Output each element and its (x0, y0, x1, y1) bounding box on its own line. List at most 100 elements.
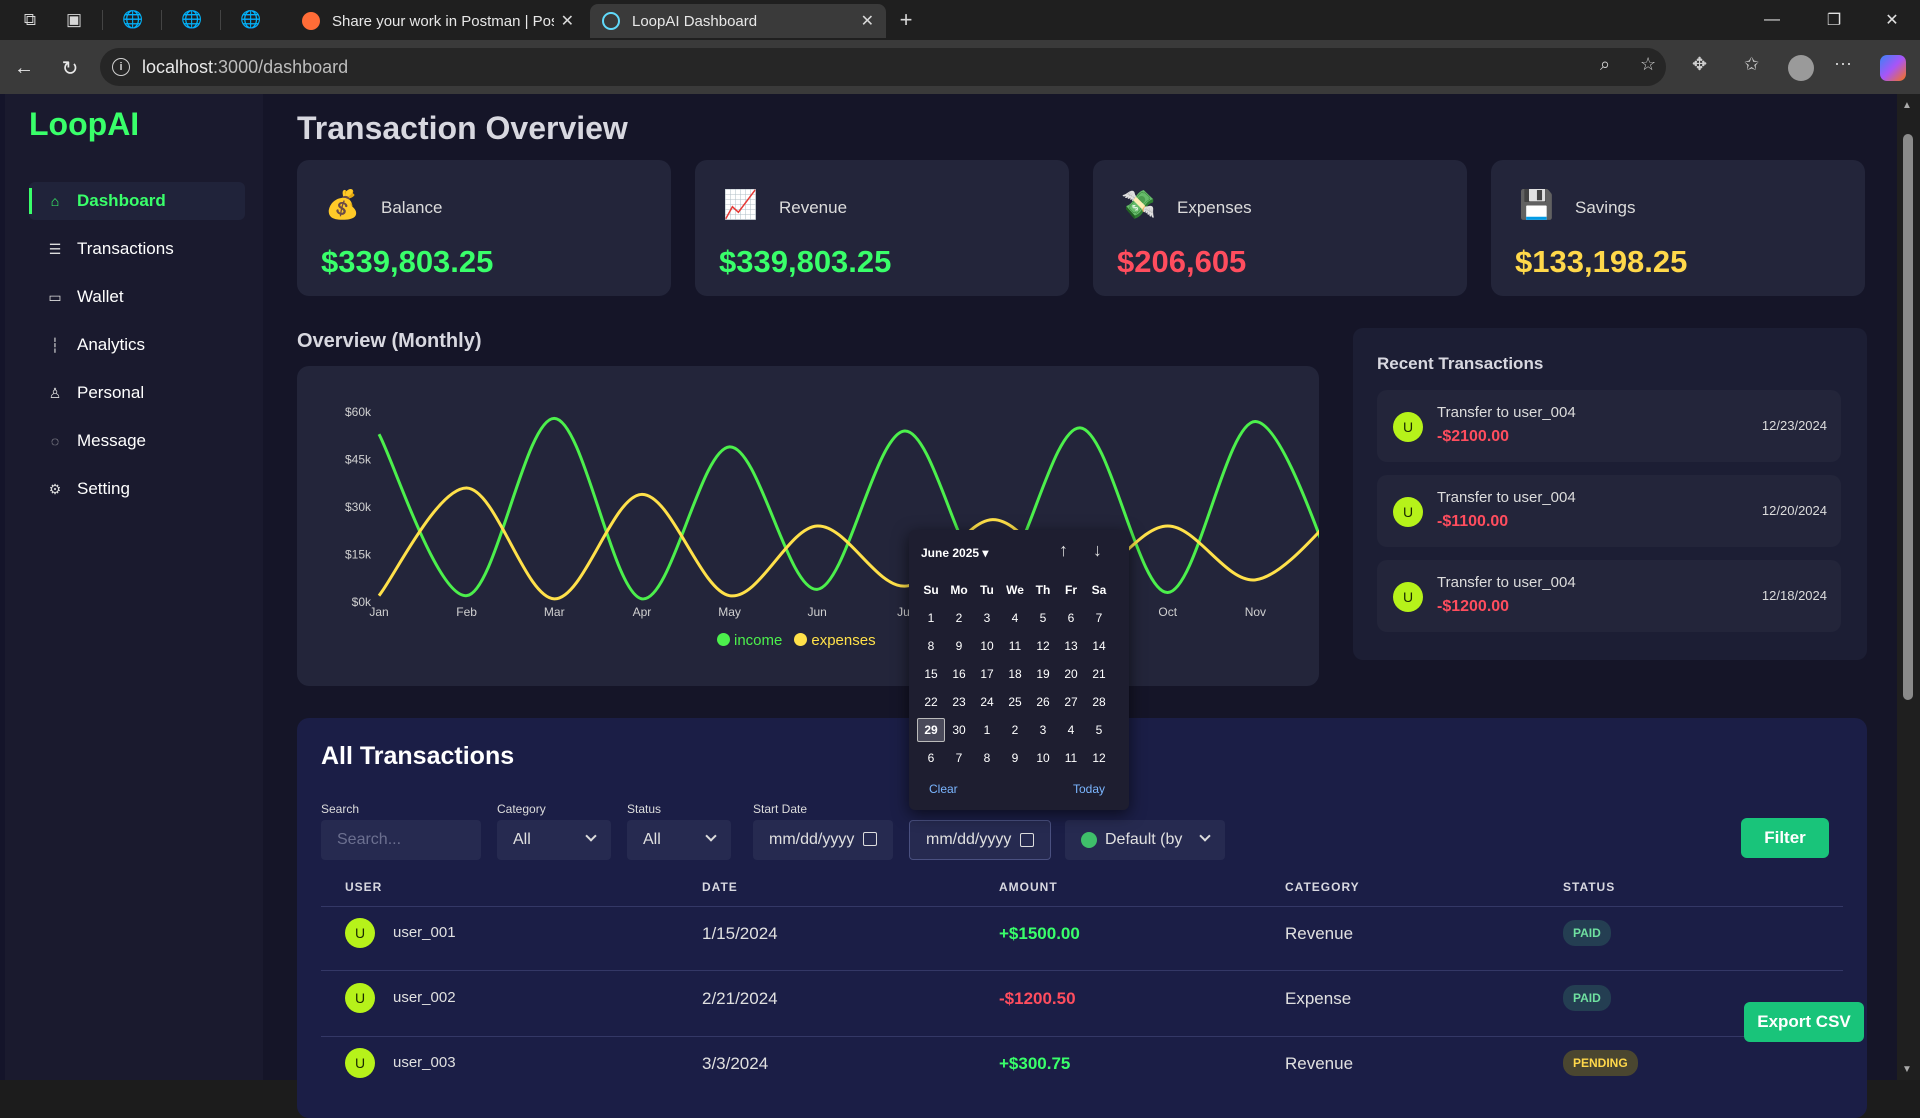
minimize-icon[interactable]: — (1744, 0, 1800, 40)
browser-tab-strip: ⧉ ▣ 🌐 🌐 🌐 (0, 0, 1920, 40)
calendar-day[interactable]: 10 (973, 639, 1001, 653)
restore-icon[interactable]: ❐ (1806, 0, 1862, 40)
calendar-day[interactable]: 15 (917, 667, 945, 681)
calendar-day[interactable]: 18 (1001, 667, 1029, 681)
page-scrollbar[interactable]: ▲ ▼ (1897, 94, 1920, 1080)
globe-icon[interactable]: 🌐 (119, 6, 147, 34)
calendar-day[interactable]: 16 (945, 667, 973, 681)
close-icon[interactable]: ✕ (561, 11, 574, 31)
scroll-down-icon[interactable]: ▼ (1902, 1064, 1912, 1075)
calendar-day[interactable]: 25 (1001, 695, 1029, 709)
sidebar-item-analytics[interactable]: ┆ Analytics (29, 326, 245, 364)
calendar-icon[interactable] (1020, 833, 1034, 847)
month-select[interactable]: June 2025 ▾ (921, 546, 988, 560)
globe-icon[interactable]: 🌐 (237, 6, 265, 34)
calendar-day[interactable]: 24 (973, 695, 1001, 709)
calendar-day[interactable]: 7 (945, 751, 973, 765)
calendar-day[interactable]: 4 (1057, 723, 1085, 737)
recent-item[interactable]: U Transfer to user_004 -$2100.00 12/23/2… (1377, 390, 1841, 462)
calendar-day[interactable]: 28 (1085, 695, 1113, 709)
calendar-day[interactable]: 5 (1085, 723, 1113, 737)
calendar-day[interactable]: 19 (1029, 667, 1057, 681)
filter-button[interactable]: Filter (1741, 818, 1829, 858)
calendar-day[interactable]: 9 (1001, 751, 1029, 765)
sidebar-item-message[interactable]: ◌ Message (29, 422, 245, 460)
calendar-day[interactable]: 2 (945, 611, 973, 625)
calendar-day[interactable]: 30 (945, 723, 973, 737)
calendar-day[interactable]: 9 (945, 639, 973, 653)
extensions-icon[interactable]: ✥ (1692, 54, 1707, 75)
status-select[interactable]: All (627, 820, 731, 860)
recent-item[interactable]: U Transfer to user_004 -$1100.00 12/20/2… (1377, 475, 1841, 547)
sidebar-item-dashboard[interactable]: ⌂ Dashboard (29, 182, 245, 220)
more-menu-icon[interactable]: ⋯ (1834, 54, 1852, 75)
tab-postman[interactable]: Share your work in Postman | Postman ✕ (290, 4, 586, 38)
tab-loopai[interactable]: LoopAI Dashboard ✕ (590, 4, 886, 38)
calendar-day[interactable]: 8 (917, 639, 945, 653)
calendar-day[interactable]: 3 (1029, 723, 1057, 737)
calendar-day[interactable]: 1 (973, 723, 1001, 737)
zoom-icon[interactable]: ⌕ (1600, 54, 1610, 75)
calendar-day[interactable]: 11 (1057, 751, 1085, 765)
scrollbar-thumb[interactable] (1903, 134, 1913, 700)
copilot-icon[interactable] (1880, 55, 1906, 81)
calendar-day[interactable]: 11 (1001, 639, 1029, 653)
calendar-icon[interactable] (863, 832, 877, 846)
export-csv-button[interactable]: Export CSV (1744, 1002, 1864, 1042)
calendar-day[interactable]: 8 (973, 751, 1001, 765)
next-month-icon[interactable]: ↓ (1093, 540, 1102, 561)
favorites-icon[interactable]: ✩ (1744, 54, 1759, 75)
calendar-day[interactable]: 21 (1085, 667, 1113, 681)
prev-month-icon[interactable]: ↑ (1059, 540, 1068, 561)
info-icon[interactable]: i (112, 58, 130, 76)
legend-item-income[interactable]: income (717, 632, 782, 649)
sidebar-item-wallet[interactable]: ▭ Wallet (29, 278, 245, 316)
sidebar-item-transactions[interactable]: ☰ Transactions (29, 230, 245, 268)
sort-select[interactable]: Default (by (1065, 820, 1225, 860)
calendar-day[interactable]: 27 (1057, 695, 1085, 709)
calendar-day[interactable]: 20 (1057, 667, 1085, 681)
calendar-day[interactable]: 4 (1001, 611, 1029, 625)
calendar-day[interactable]: 3 (973, 611, 1001, 625)
scroll-up-icon[interactable]: ▲ (1902, 100, 1912, 111)
calendar-day[interactable]: 6 (917, 751, 945, 765)
calendar-day[interactable]: 6 (1057, 611, 1085, 625)
calendar-day[interactable]: 14 (1085, 639, 1113, 653)
calendar-day[interactable]: 12 (1029, 639, 1057, 653)
tab-actions-icon[interactable]: ▣ (60, 6, 88, 34)
calendar-day[interactable]: 2 (1001, 723, 1029, 737)
new-tab-icon[interactable]: + (892, 6, 920, 34)
calendar-day[interactable]: 29 (917, 718, 945, 742)
workspaces-icon[interactable]: ⧉ (16, 6, 44, 34)
calendar-day[interactable]: 12 (1085, 751, 1113, 765)
back-icon[interactable]: ← (8, 52, 40, 84)
calendar-day[interactable]: 26 (1029, 695, 1057, 709)
recent-item[interactable]: U Transfer to user_004 -$1200.00 12/18/2… (1377, 560, 1841, 632)
address-bar[interactable]: i localhost:3000/dashboard (100, 48, 1666, 86)
calendar-day[interactable]: 7 (1085, 611, 1113, 625)
sidebar-item-setting[interactable]: ⚙ Setting (29, 470, 245, 508)
row-divider (321, 906, 1843, 907)
close-window-icon[interactable]: ✕ (1864, 0, 1920, 40)
profile-avatar[interactable] (1788, 55, 1814, 81)
favorite-star-icon[interactable]: ☆ (1640, 54, 1656, 75)
legend-item-expenses[interactable]: expenses (794, 632, 876, 649)
today-button[interactable]: Today (1073, 782, 1105, 796)
clear-button[interactable]: Clear (929, 782, 958, 796)
close-icon[interactable]: ✕ (861, 11, 874, 31)
start-date-input[interactable]: mm/dd/yyyy (753, 820, 893, 860)
calendar-day[interactable]: 1 (917, 611, 945, 625)
calendar-day[interactable]: 13 (1057, 639, 1085, 653)
x-tick-label: Jan (369, 605, 388, 619)
calendar-day[interactable]: 23 (945, 695, 973, 709)
category-select[interactable]: All (497, 820, 611, 860)
calendar-day[interactable]: 5 (1029, 611, 1057, 625)
calendar-day[interactable]: 22 (917, 695, 945, 709)
globe-icon[interactable]: 🌐 (178, 6, 206, 34)
search-input[interactable]: Search... (321, 820, 481, 860)
calendar-day[interactable]: 17 (973, 667, 1001, 681)
reload-icon[interactable]: ↻ (54, 52, 86, 84)
end-date-input[interactable]: mm/dd/yyyy (909, 820, 1051, 860)
calendar-day[interactable]: 10 (1029, 751, 1057, 765)
sidebar-item-personal[interactable]: ♙ Personal (29, 374, 245, 412)
